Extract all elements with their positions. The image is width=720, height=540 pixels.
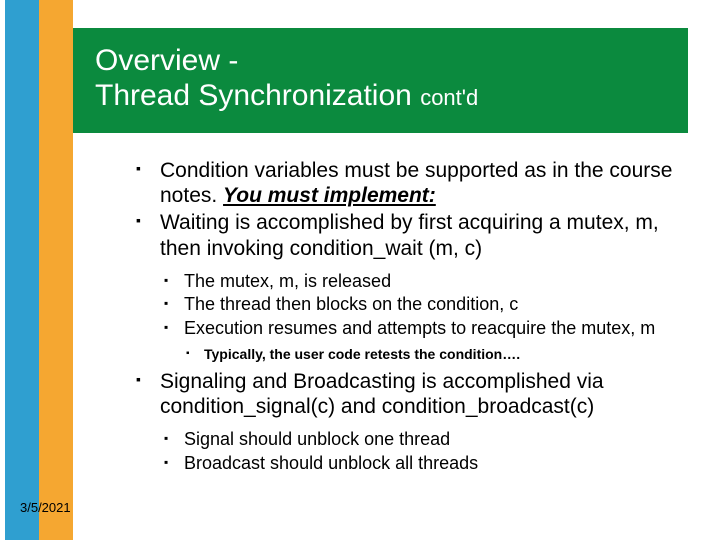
list-item: Signaling and Broadcasting is accomplish… bbox=[130, 369, 695, 419]
bullet-text: Waiting is accomplished by first acquiri… bbox=[160, 211, 659, 259]
sub-bullet-list: The mutex, m, is released The thread the… bbox=[160, 271, 695, 340]
title-line-2: Thread Synchronization cont'd bbox=[95, 79, 666, 114]
bullet-text: Signaling and Broadcasting is accomplish… bbox=[160, 370, 604, 418]
list-item: The thread then blocks on the condition,… bbox=[160, 294, 695, 316]
slide-date: 3/5/2021 bbox=[20, 500, 71, 515]
list-item: Execution resumes and attempts to reacqu… bbox=[160, 318, 695, 340]
title-suffix: cont'd bbox=[420, 85, 478, 110]
bullet-text: The thread then blocks on the condition,… bbox=[184, 294, 518, 314]
bullet-text: Typically, the user code retests the con… bbox=[204, 346, 520, 362]
bullet-text: Execution resumes and attempts to reacqu… bbox=[184, 318, 655, 338]
bullet-emph: You must implement: bbox=[223, 184, 436, 207]
list-item: Waiting is accomplished by first acquiri… bbox=[130, 210, 695, 260]
bullet-text: Broadcast should unblock all threads bbox=[184, 453, 478, 473]
bullet-text: The mutex, m, is released bbox=[184, 271, 391, 291]
sub-sub-bullet-list: Typically, the user code retests the con… bbox=[184, 346, 695, 364]
bullet-list: Condition variables must be supported as… bbox=[130, 158, 695, 261]
list-item: Typically, the user code retests the con… bbox=[184, 346, 695, 364]
list-item: Broadcast should unblock all threads bbox=[160, 453, 695, 475]
list-item: Condition variables must be supported as… bbox=[130, 158, 695, 208]
accent-bar-blue bbox=[5, 0, 39, 540]
title-box: Overview - Thread Synchronization cont'd bbox=[73, 28, 688, 133]
title-line-1: Overview - bbox=[95, 44, 666, 79]
bullet-text: Signal should unblock one thread bbox=[184, 429, 450, 449]
bullet-list: Signaling and Broadcasting is accomplish… bbox=[130, 369, 695, 419]
sub-bullet-list: Signal should unblock one thread Broadca… bbox=[160, 429, 695, 474]
list-item: Signal should unblock one thread bbox=[160, 429, 695, 451]
accent-bar-orange bbox=[39, 0, 73, 540]
list-item: The mutex, m, is released bbox=[160, 271, 695, 293]
title-main: Thread Synchronization bbox=[95, 79, 420, 112]
content-area: Condition variables must be supported as… bbox=[130, 158, 695, 481]
